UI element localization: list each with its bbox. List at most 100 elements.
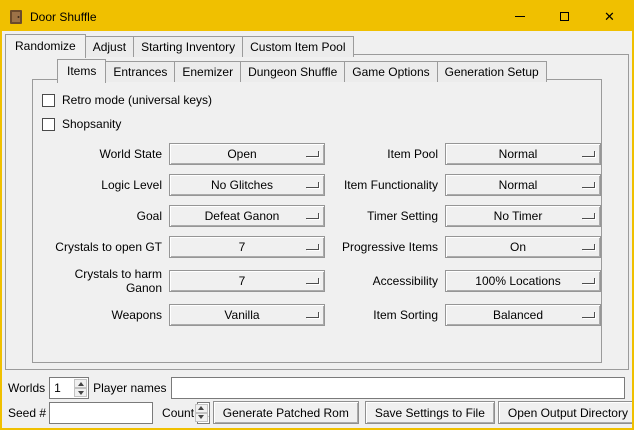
minimize-button[interactable] <box>497 2 542 31</box>
seed-label: Seed # <box>8 406 46 420</box>
tab-adjust[interactable]: Adjust <box>85 36 134 57</box>
dropdown-indicator-icon <box>582 244 595 250</box>
tab-entrances[interactable]: Entrances <box>105 61 175 82</box>
minimize-icon <box>515 16 525 17</box>
close-button[interactable]: ✕ <box>587 2 632 31</box>
outer-tab-bar: Randomize Adjust Starting Inventory Cust… <box>5 34 353 57</box>
spin-down-icon <box>78 391 84 395</box>
generate-patched-rom-button[interactable]: Generate Patched Rom <box>213 401 359 424</box>
item-functionality-label: Item Functionality <box>332 178 438 192</box>
count-spin-arrows <box>195 404 208 422</box>
timer-setting-value: No Timer <box>494 209 553 223</box>
crystals-ganon-dropdown[interactable]: 7 <box>169 270 325 292</box>
item-pool-dropdown[interactable]: Normal <box>445 143 601 165</box>
tab-starting-inventory[interactable]: Starting Inventory <box>133 36 243 57</box>
item-functionality-dropdown[interactable]: Normal <box>445 174 601 196</box>
worlds-spinner[interactable]: 1 <box>49 377 89 399</box>
retro-mode-checkbox[interactable] <box>42 94 55 107</box>
timer-setting-dropdown[interactable]: No Timer <box>445 205 601 227</box>
save-settings-button[interactable]: Save Settings to File <box>365 401 495 424</box>
tab-generation-setup[interactable]: Generation Setup <box>437 61 547 82</box>
dropdown-indicator-icon <box>306 312 319 318</box>
item-sorting-label: Item Sorting <box>332 308 438 322</box>
open-output-directory-button[interactable]: Open Output Directory <box>498 401 634 424</box>
bottom-row-1: Worlds 1 Player names <box>8 377 625 399</box>
spin-up-icon <box>78 382 84 386</box>
dropdown-indicator-icon <box>582 182 595 188</box>
tab-items[interactable]: Items <box>57 59 106 83</box>
tab-game-options[interactable]: Game Options <box>344 61 437 82</box>
randomize-pane: Items Entrances Enemizer Dungeon Shuffle… <box>5 54 629 370</box>
world-state-value: Open <box>227 147 266 161</box>
items-pane: Items Entrances Enemizer Dungeon Shuffle… <box>32 79 602 363</box>
spin-up-button[interactable] <box>74 379 87 388</box>
item-pool-label: Item Pool <box>332 147 438 161</box>
tab-custom-item-pool[interactable]: Custom Item Pool <box>242 36 353 57</box>
tab-randomize[interactable]: Randomize <box>5 34 86 58</box>
dropdown-indicator-icon <box>582 213 595 219</box>
spin-down-button[interactable] <box>74 388 87 397</box>
logic-level-label: Logic Level <box>42 178 162 192</box>
item-sorting-value: Balanced <box>493 308 553 322</box>
tab-enemizer[interactable]: Enemizer <box>174 61 241 82</box>
crystals-ganon-label: Crystals to harm Ganon <box>42 267 162 295</box>
dropdown-indicator-icon <box>306 151 319 157</box>
accessibility-dropdown[interactable]: 100% Locations <box>445 270 601 292</box>
crystals-gt-label: Crystals to open GT <box>42 240 162 254</box>
dropdown-indicator-icon <box>582 312 595 318</box>
shopsanity-checkbox[interactable] <box>42 118 55 131</box>
player-names-input[interactable] <box>171 377 626 399</box>
maximize-button[interactable] <box>542 2 587 31</box>
dropdown-indicator-icon <box>306 182 319 188</box>
inner-tab-bar: Items Entrances Enemizer Dungeon Shuffle… <box>57 59 546 82</box>
crystals-gt-value: 7 <box>239 240 256 254</box>
caption-buttons: ✕ <box>497 2 632 31</box>
retro-mode-label: Retro mode (universal keys) <box>62 93 212 107</box>
logic-level-dropdown[interactable]: No Glitches <box>169 174 325 196</box>
close-icon: ✕ <box>604 10 615 23</box>
item-functionality-value: Normal <box>499 178 548 192</box>
spin-up-icon <box>198 406 204 410</box>
weapons-value: Vanilla <box>224 308 269 322</box>
shopsanity-label: Shopsanity <box>62 117 121 131</box>
item-sorting-dropdown[interactable]: Balanced <box>445 304 601 326</box>
progressive-items-label: Progressive Items <box>332 240 438 254</box>
app-window: Door Shuffle ✕ Randomize Adjust Starting… <box>0 0 634 430</box>
dropdown-indicator-icon <box>582 151 595 157</box>
shopsanity-checkbox-row[interactable]: Shopsanity <box>42 112 595 136</box>
world-state-dropdown[interactable]: Open <box>169 143 325 165</box>
progressive-items-dropdown[interactable]: On <box>445 236 601 258</box>
weapons-dropdown[interactable]: Vanilla <box>169 304 325 326</box>
options-grid: World State Open Item Pool Normal Logic … <box>42 143 595 326</box>
timer-setting-label: Timer Setting <box>332 209 438 223</box>
goal-label: Goal <box>42 209 162 223</box>
dropdown-indicator-icon <box>306 244 319 250</box>
count-label: Count <box>162 406 194 420</box>
logic-level-value: No Glitches <box>211 178 283 192</box>
item-pool-value: Normal <box>499 147 548 161</box>
spin-down-button[interactable] <box>195 413 208 422</box>
crystals-gt-dropdown[interactable]: 7 <box>169 236 325 258</box>
accessibility-label: Accessibility <box>332 274 438 288</box>
maximize-icon <box>560 12 569 21</box>
crystals-ganon-value: 7 <box>239 274 256 288</box>
accessibility-value: 100% Locations <box>475 274 570 288</box>
tab-dungeon-shuffle[interactable]: Dungeon Shuffle <box>240 61 345 82</box>
worlds-label: Worlds <box>8 381 45 395</box>
world-state-label: World State <box>42 147 162 161</box>
weapons-label: Weapons <box>42 308 162 322</box>
spin-up-button[interactable] <box>195 404 208 413</box>
window-title: Door Shuffle <box>30 10 97 24</box>
worlds-value: 1 <box>54 381 61 395</box>
app-icon <box>8 9 24 25</box>
titlebar: Door Shuffle ✕ <box>2 2 632 31</box>
seed-input[interactable] <box>49 402 153 424</box>
dropdown-indicator-icon <box>582 278 595 284</box>
count-spinner[interactable]: 1 <box>197 402 210 424</box>
player-names-label: Player names <box>93 381 166 395</box>
retro-mode-checkbox-row[interactable]: Retro mode (universal keys) <box>42 88 595 112</box>
goal-dropdown[interactable]: Defeat Ganon <box>169 205 325 227</box>
progressive-items-value: On <box>510 240 536 254</box>
bottom-row-2: Seed # Count 1 Generate Patched Rom Save… <box>8 401 625 424</box>
dropdown-indicator-icon <box>306 213 319 219</box>
